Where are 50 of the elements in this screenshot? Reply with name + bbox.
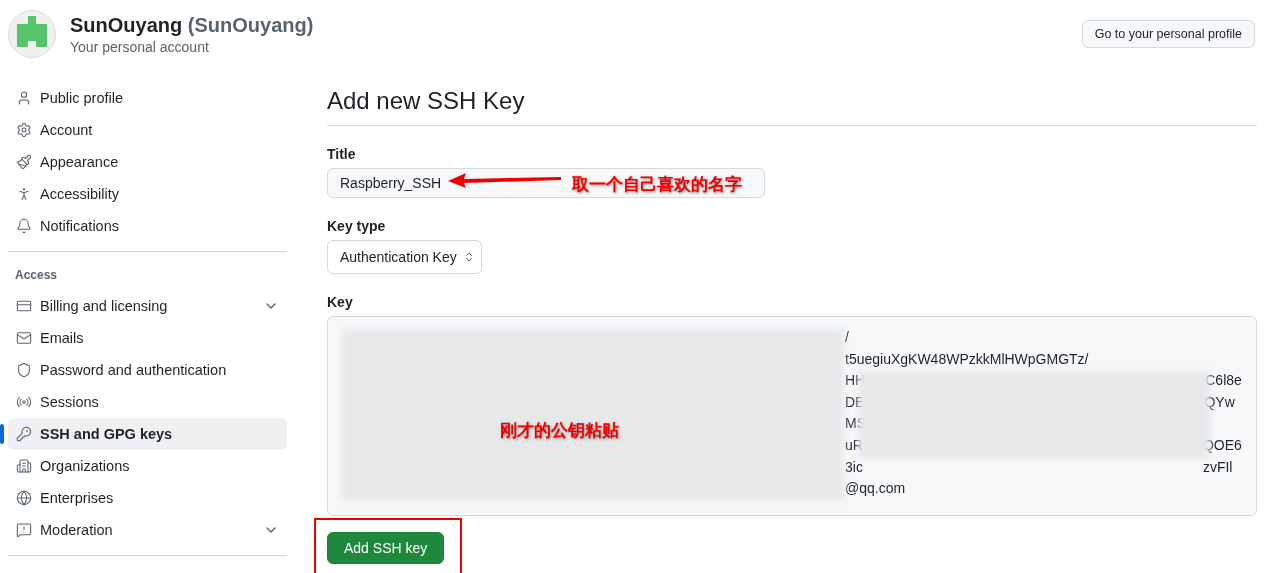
key-text: uR (845, 435, 863, 455)
key-type-select[interactable]: Authentication Key (327, 240, 482, 274)
shield-icon (16, 362, 32, 378)
sidebar-item[interactable]: Password and authentication (8, 354, 287, 386)
sidebar-item[interactable]: Billing and licensing (8, 290, 287, 322)
person-icon (16, 90, 32, 106)
annotation-text: 刚才的公钥粘贴 (500, 420, 619, 442)
key-text: zvFIl (1202, 457, 1233, 477)
selection-bar (0, 424, 4, 444)
user-name: SunOuyang (SunOuyang) (70, 13, 315, 38)
globe-icon (16, 490, 32, 506)
key-text: C6l8e (1205, 371, 1242, 391)
page-heading: Add new SSH Key (327, 87, 1257, 126)
accessibility-icon (16, 186, 32, 202)
sidebar-item[interactable]: Enterprises (8, 482, 287, 514)
credit-card-icon (16, 298, 32, 314)
key-text: HH (845, 371, 866, 391)
key-text: / (845, 328, 850, 347)
avatar (8, 10, 56, 58)
building-icon (16, 458, 32, 474)
sidebar-item[interactable]: Sessions (8, 386, 287, 418)
field-label: Key (327, 294, 354, 310)
sidebar-item[interactable]: Notifications (8, 210, 287, 242)
sidebar-item[interactable]: Public profile (8, 82, 287, 114)
sidebar-item[interactable]: Account (8, 114, 287, 146)
key-text: 3ic (845, 457, 863, 477)
mail-icon (16, 330, 32, 346)
gear-icon (16, 122, 32, 138)
sidebar-item[interactable]: Appearance (8, 146, 287, 178)
sidebar-item[interactable]: Emails (8, 322, 287, 354)
add-key-button[interactable]: Add SSH key (327, 532, 445, 564)
paintbrush-icon (16, 154, 32, 170)
sidebar-item[interactable]: Accessibility (8, 178, 287, 210)
key-text: t5uegiuXgKW48WPzkkMlHWpGMGTz/ (845, 349, 1089, 369)
key-text: QYw (1204, 392, 1235, 412)
sidebar-item[interactable]: Organizations (8, 450, 287, 482)
key-text: DE (845, 392, 865, 412)
profile-button[interactable]: Go to your personal profile (1081, 20, 1255, 48)
sidebar-item[interactable]: Moderation (8, 514, 287, 546)
field-label: Title (327, 146, 357, 162)
key-icon (16, 426, 32, 442)
bell-icon (16, 218, 32, 234)
broadcast-icon (16, 394, 32, 410)
report-icon (16, 522, 32, 538)
annotation-text: 取一个自己喜欢的名字 (572, 174, 742, 196)
section-heading: Access (14, 267, 59, 284)
account-subtitle: Your personal account (70, 38, 210, 56)
field-label: Key type (327, 218, 387, 234)
key-text: QOE6 (1202, 435, 1242, 455)
key-text: @qq.com (845, 479, 906, 499)
